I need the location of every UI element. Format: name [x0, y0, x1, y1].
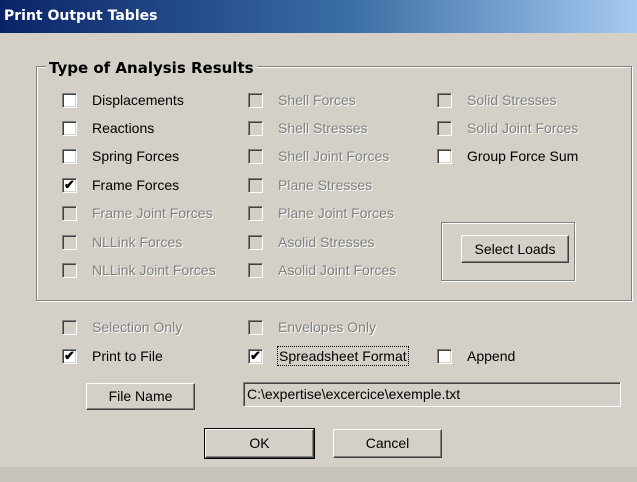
- checkbox-label: Plane Joint Forces: [278, 205, 394, 221]
- checkbox-label: Asolid Joint Forces: [278, 262, 397, 278]
- checkbox-box[interactable]: [62, 262, 77, 278]
- checkbox-print-to-file[interactable]: ✔ Print to File: [62, 347, 163, 365]
- checkbox-label: Reactions: [92, 120, 155, 136]
- checkbox-label: Displacements: [92, 92, 184, 108]
- checkbox-selection-only[interactable]: Selection Only: [62, 318, 182, 336]
- checkbox-box[interactable]: [62, 205, 77, 221]
- checkbox-label: Append: [467, 348, 516, 364]
- file-name-button[interactable]: File Name: [86, 383, 195, 410]
- select-loads-button[interactable]: Select Loads: [461, 235, 569, 263]
- file-path-field[interactable]: C:\expertise\excercice\exemple.txt: [243, 382, 621, 407]
- checkbox-plane-stresses[interactable]: Plane Stresses: [248, 176, 372, 194]
- checkbox-asolid-stresses[interactable]: Asolid Stresses: [248, 233, 374, 251]
- checkbox-nllink-forces[interactable]: NLLink Forces: [62, 233, 182, 251]
- checkbox-label: Plane Stresses: [278, 177, 373, 193]
- checkbox-box[interactable]: [437, 92, 452, 108]
- checkbox-box[interactable]: [248, 234, 263, 250]
- checkbox-label: Asolid Stresses: [278, 234, 375, 250]
- window-title: Print Output Tables: [4, 8, 158, 24]
- checkbox-append[interactable]: Append: [437, 347, 515, 365]
- checkbox-shell-joint-forces[interactable]: Shell Joint Forces: [248, 147, 389, 165]
- checkbox-box[interactable]: ✔: [248, 347, 263, 364]
- checkbox-label: Envelopes Only: [278, 319, 377, 335]
- checkbox-box[interactable]: [62, 234, 77, 250]
- checkmark-icon: ✔: [64, 347, 75, 363]
- checkbox-reactions[interactable]: Reactions: [62, 119, 154, 137]
- checkbox-box[interactable]: [248, 205, 263, 221]
- checkmark-icon: ✔: [64, 176, 75, 192]
- checkbox-label: Spreadsheet Format: [277, 346, 409, 366]
- checkbox-shell-forces[interactable]: Shell Forces: [248, 91, 356, 109]
- checkbox-label: Selection Only: [92, 319, 183, 335]
- checkbox-box[interactable]: [62, 120, 77, 136]
- checkbox-box[interactable]: [62, 319, 77, 335]
- checkbox-box[interactable]: [248, 262, 263, 278]
- checkbox-asolid-joint-forces[interactable]: Asolid Joint Forces: [248, 261, 396, 279]
- checkbox-box[interactable]: [248, 177, 263, 193]
- checkbox-plane-joint-forces[interactable]: Plane Joint Forces: [248, 204, 394, 222]
- checkbox-label: Solid Stresses: [467, 92, 557, 108]
- checkbox-box[interactable]: [437, 348, 452, 364]
- checkbox-box[interactable]: ✔: [62, 176, 77, 193]
- checkbox-label: Print to File: [92, 348, 163, 364]
- checkbox-shell-stresses[interactable]: Shell Stresses: [248, 119, 367, 137]
- checkbox-box[interactable]: [248, 120, 263, 136]
- title-bar: Print Output Tables: [0, 0, 637, 33]
- checkbox-nllink-joint-forces[interactable]: NLLink Joint Forces: [62, 261, 216, 279]
- checkbox-box[interactable]: ✔: [62, 347, 77, 364]
- ok-button[interactable]: OK: [204, 428, 315, 459]
- checkbox-box[interactable]: [248, 148, 263, 164]
- checkbox-label: NLLink Forces: [92, 234, 183, 250]
- checkbox-label: Group Force Sum: [467, 148, 579, 164]
- checkbox-box[interactable]: [62, 92, 77, 108]
- checkbox-envelopes-only[interactable]: Envelopes Only: [248, 318, 376, 336]
- checkbox-label: Shell Joint Forces: [278, 148, 390, 164]
- checkbox-label: Solid Joint Forces: [467, 120, 579, 136]
- dialog-bottom-edge: [0, 467, 637, 482]
- checkbox-spreadsheet-format[interactable]: ✔ Spreadsheet Format: [248, 346, 409, 366]
- checkbox-group-force-sum[interactable]: Group Force Sum: [437, 147, 578, 165]
- checkbox-displacements[interactable]: Displacements: [62, 91, 184, 109]
- analysis-results-legend: Type of Analysis Results: [46, 59, 257, 77]
- checkbox-box[interactable]: [248, 319, 263, 335]
- checkbox-box[interactable]: [437, 120, 452, 136]
- checkbox-spring-forces[interactable]: Spring Forces: [62, 147, 179, 165]
- checkbox-label: Spring Forces: [92, 148, 180, 164]
- checkbox-label: NLLink Joint Forces: [92, 262, 216, 278]
- checkmark-icon: ✔: [250, 347, 261, 363]
- checkbox-label: Frame Joint Forces: [92, 205, 213, 221]
- checkbox-box[interactable]: [248, 92, 263, 108]
- checkbox-solid-joint-forces[interactable]: Solid Joint Forces: [437, 119, 578, 137]
- checkbox-label: Frame Forces: [92, 177, 180, 193]
- checkbox-frame-joint-forces[interactable]: Frame Joint Forces: [62, 204, 213, 222]
- checkbox-box[interactable]: [62, 148, 77, 164]
- checkbox-label: Shell Forces: [278, 92, 356, 108]
- cancel-button[interactable]: Cancel: [333, 429, 442, 458]
- checkbox-solid-stresses[interactable]: Solid Stresses: [437, 91, 556, 109]
- checkbox-frame-forces[interactable]: ✔ Frame Forces: [62, 176, 179, 194]
- checkbox-label: Shell Stresses: [278, 120, 368, 136]
- checkbox-box[interactable]: [437, 148, 452, 164]
- print-output-tables-dialog: Print Output Tables Type of Analysis Res…: [0, 0, 637, 482]
